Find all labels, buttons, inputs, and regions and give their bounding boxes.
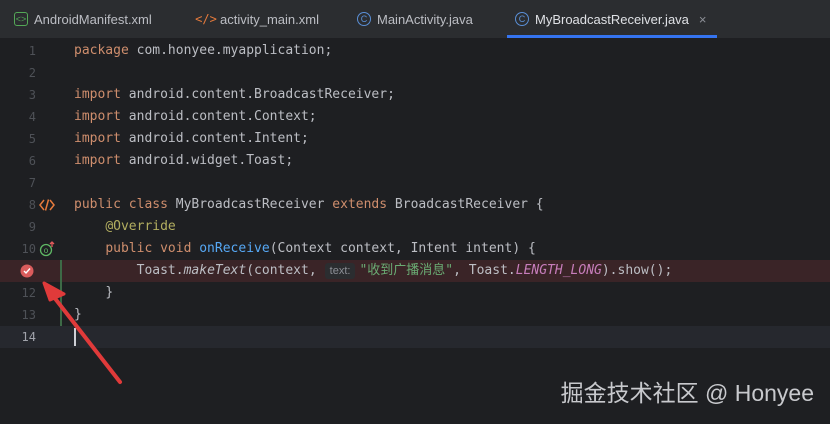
watermark: 掘金技术社区 @ Honyee xyxy=(560,380,814,406)
red-arrow-annotation xyxy=(42,281,122,384)
